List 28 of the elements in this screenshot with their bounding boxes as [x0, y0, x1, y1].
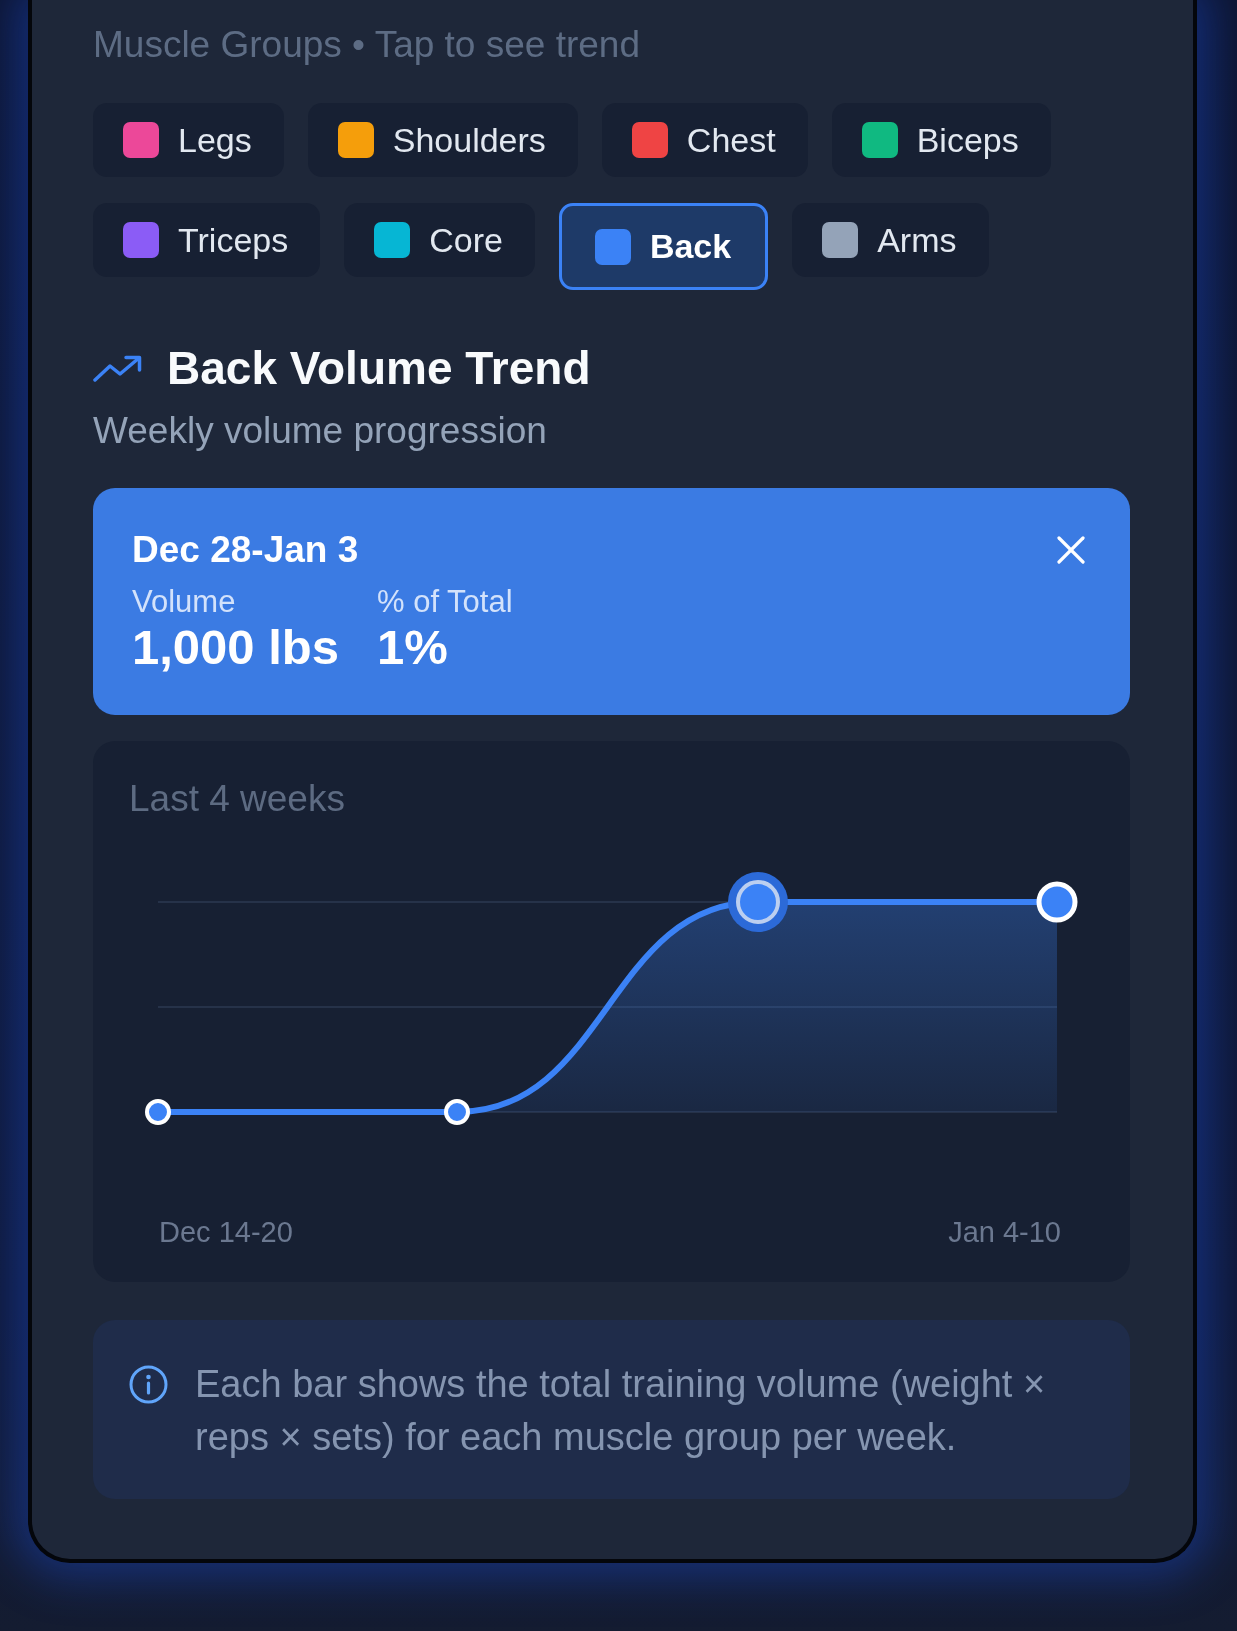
muscle-group-chip[interactable]: Legs: [93, 103, 284, 177]
close-icon: [1057, 536, 1085, 564]
muscle-group-chip[interactable]: Shoulders: [307, 103, 578, 177]
axis-label: Dec 14-20: [159, 1216, 293, 1248]
muscle-group-chip[interactable]: Triceps: [93, 203, 321, 277]
tooltip-period: Dec 28-Jan 3: [132, 530, 359, 570]
chart-title: Back Volume Trend: [167, 341, 591, 396]
info-text: Each bar shows the total training volume (weight × reps × sets) for each muscle group per week.: [195, 1362, 1047, 1460]
stat-label: % of Total: [377, 584, 513, 620]
section-hint: Muscle Groups • Tap to see trend: [93, 23, 641, 67]
trending-up-icon: [93, 354, 142, 382]
muscle-group-chip[interactable]: Arms: [792, 203, 989, 277]
stat-label: Volume: [132, 584, 237, 620]
close-button[interactable]: [1057, 536, 1085, 564]
info-icon: [129, 1365, 168, 1404]
muscle-group-chip[interactable]: Back: [558, 203, 769, 290]
data-point[interactable]: [444, 1099, 470, 1125]
data-point[interactable]: [145, 1099, 171, 1125]
axis-label: Jan 4-10: [948, 1216, 1061, 1248]
selected-data-point[interactable]: [728, 872, 788, 932]
chart-subtitle: Weekly volume progression: [93, 409, 548, 453]
muscle-group-chip[interactable]: Core: [344, 203, 535, 277]
muscle-group-chip[interactable]: Chest: [601, 103, 808, 177]
chart-period-label: Last 4 weeks: [129, 779, 346, 819]
muscle-group-chip[interactable]: Biceps: [831, 103, 1051, 177]
stat-value: 1,000 lbs: [132, 620, 340, 674]
stat-value: 1%: [377, 620, 449, 674]
data-point[interactable]: [1036, 881, 1078, 923]
